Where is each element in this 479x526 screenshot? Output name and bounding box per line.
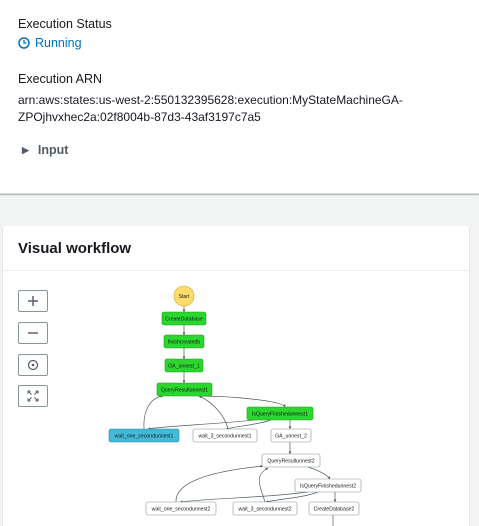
svg-text:GA_unnest_2: GA_unnest_2 (275, 434, 307, 440)
visual-workflow-panel: Visual workflow Start CreateDatabase fin… (3, 226, 469, 526)
caret-right-icon: ▶ (22, 144, 29, 155)
svg-text:wait_3_secondunnest2: wait_3_secondunnest2 (238, 507, 291, 513)
svg-text:wait_3_secondunnest1: wait_3_secondunnest1 (198, 434, 251, 440)
svg-text:IsQueryFinishedunnest1: IsQueryFinishedunnest1 (252, 412, 308, 418)
node-wait-3-second-unnest2[interactable]: wait_3_secondunnest2 (232, 501, 298, 516)
execution-status-label: Execution Status (18, 17, 112, 31)
execution-arn-value: arn:aws:states:us-west-2:550132395628:ex… (18, 93, 403, 124)
clock-icon (18, 37, 30, 49)
start-node[interactable]: Start (173, 285, 195, 307)
node-create-database2[interactable]: CreateDatabase2 (308, 501, 360, 516)
node-query-result-unnest1[interactable]: QueryResultunnest1 (156, 382, 213, 397)
node-ga-unnest-2[interactable]: GA_unnest_2 (270, 428, 312, 443)
svg-text:QueryResultunnest2: QueryResultunnest2 (267, 459, 314, 465)
execution-details-panel: Execution Status Running Execution ARN a… (0, 0, 479, 194)
execution-arn-label: Execution ARN (18, 72, 103, 86)
svg-text:wait_one_secondunnest1: wait_one_secondunnest1 (115, 434, 174, 440)
svg-text:IsQueryFinishedunnest2: IsQueryFinishedunnest2 (300, 484, 356, 490)
svg-text:QueryResultunnest1: QueryResultunnest1 (161, 388, 208, 394)
svg-text:CreateDatabase2: CreateDatabase2 (314, 507, 355, 513)
node-create-database[interactable]: CreateDatabase (161, 311, 207, 326)
svg-text:finishcreatedb: finishcreatedb (168, 340, 200, 346)
svg-text:Start: Start (179, 294, 191, 300)
execution-status-value: Running (35, 36, 82, 50)
node-ga-unnest-1[interactable]: GA_unnest_1 (164, 358, 204, 373)
input-toggle-label: Input (37, 143, 69, 157)
node-finish-create-db[interactable]: finishcreatedb (163, 334, 205, 349)
input-expand-toggle[interactable]: ▶ Input (22, 143, 68, 157)
workflow-graph: Start CreateDatabase finishcreatedb GA_u… (108, 285, 362, 526)
node-query-result-unnest2[interactable]: QueryResultunnest2 (261, 453, 321, 468)
node-is-query-finished-unnest1[interactable]: IsQueryFinishedunnest1 (246, 406, 314, 421)
node-wait-one-second-unnest2[interactable]: wait_one_secondunnest2 (145, 501, 217, 516)
node-wait-3-second-unnest1[interactable]: wait_3_secondunnest1 (192, 428, 258, 443)
node-is-query-finished-unnest2[interactable]: IsQueryFinishedunnest2 (294, 478, 362, 493)
execution-status: Running (18, 36, 82, 50)
svg-text:GA_unnest_1: GA_unnest_1 (168, 364, 200, 370)
svg-text:CreateDatabase: CreateDatabase (165, 317, 203, 323)
svg-text:wait_one_secondunnest2: wait_one_secondunnest2 (152, 507, 211, 513)
node-wait-one-second-unnest1[interactable]: wait_one_secondunnest1 (108, 428, 180, 443)
